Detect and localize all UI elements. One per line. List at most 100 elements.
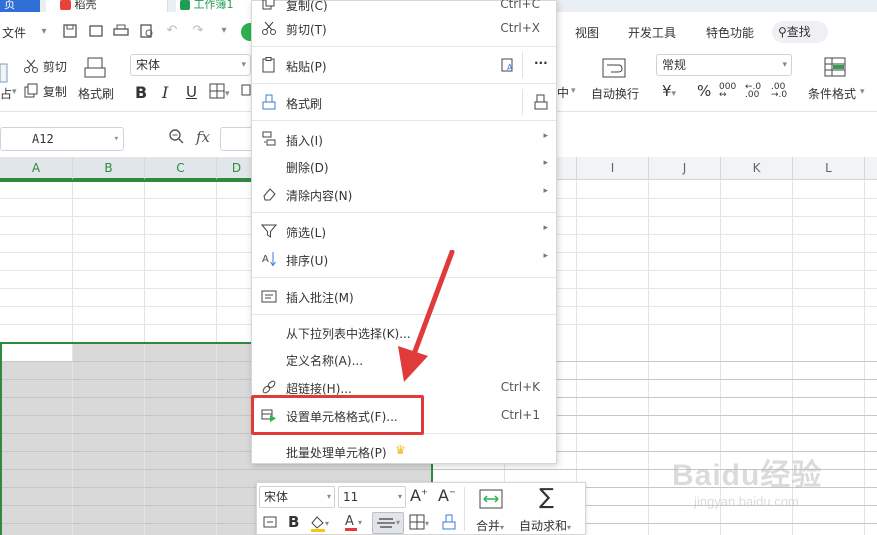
undo-icon[interactable]: ↶ (164, 24, 180, 38)
export-icon[interactable] (88, 24, 104, 38)
thousands-separator-icon[interactable]: 000 ↔ (719, 83, 736, 100)
search-box[interactable]: ⚲查找 (772, 21, 828, 43)
column-header-j[interactable]: J (649, 157, 721, 180)
number-format-select[interactable]: 常规 ▾ (656, 54, 792, 76)
menu-item-clear-contents[interactable]: 清除内容(N) ▸ (252, 181, 556, 207)
copy-button[interactable]: 复制 (23, 83, 67, 102)
zoom-icon[interactable] (169, 129, 184, 148)
search-label: 查找 (786, 25, 811, 39)
menu-item-label: 清除内容(N) (286, 189, 353, 203)
mini-font-select[interactable]: 宋体 ▾ (259, 486, 335, 508)
menu-item-delete[interactable]: 删除(D) ▸ (252, 153, 556, 179)
merge-dropdown-icon[interactable]: ▾ (571, 86, 576, 96)
tab-special-features[interactable]: 特色功能 (706, 24, 754, 41)
border-grid-icon (209, 83, 225, 102)
fill-color-icon[interactable] (241, 84, 251, 101)
percent-button[interactable]: % (697, 82, 711, 100)
borders-button[interactable]: ▾ (209, 83, 230, 102)
submenu-arrow-icon: ▸ (543, 251, 548, 261)
cut-button[interactable]: 剪切 (23, 58, 67, 77)
paste-special-icon[interactable]: A (501, 57, 515, 76)
quick-access-more-icon[interactable]: ▾ (216, 24, 232, 38)
merge-icon[interactable] (479, 489, 503, 513)
decrease-font-icon[interactable]: A− (438, 486, 456, 505)
link-icon (261, 379, 277, 395)
increase-font-icon[interactable]: A+ (410, 486, 428, 505)
tab-developer[interactable]: 开发工具 (628, 24, 676, 41)
print-icon[interactable] (113, 24, 129, 38)
mini-format-painter-icon[interactable] (442, 514, 456, 534)
menu-separator (252, 120, 556, 121)
workbook-tab[interactable]: 工作簿1 (176, 0, 256, 12)
file-menu[interactable]: 文件 (2, 24, 26, 41)
wrap-text-label[interactable]: 自动换行 (591, 85, 639, 102)
redo-icon[interactable]: ↷ (190, 24, 206, 38)
column-header-i[interactable]: I (577, 157, 649, 180)
font-name-select[interactable]: 宋体 ▾ (130, 54, 251, 76)
wrap-text-icon[interactable] (602, 57, 626, 82)
paste-more-button[interactable]: ··· (534, 56, 548, 70)
merge-button[interactable]: 合并▾ (476, 517, 504, 534)
paste-dropdown-icon[interactable]: ▾ (12, 87, 17, 97)
chevron-down-icon[interactable]: ▾ (36, 25, 52, 39)
autosum-label: 自动求和 (519, 519, 568, 533)
underline-button[interactable]: U (186, 83, 197, 101)
conditional-format-icon[interactable] (824, 57, 846, 80)
save-icon[interactable] (62, 24, 78, 38)
tab-view[interactable]: 视图 (575, 24, 599, 41)
mini-bold-button[interactable]: B (288, 513, 299, 531)
menu-item-shortcut: Ctrl+1 (500, 408, 540, 422)
menu-item-format-painter[interactable]: 格式刷 (252, 89, 556, 115)
divider (464, 487, 465, 531)
print-preview-icon[interactable] (139, 24, 155, 38)
menu-item-label: 删除(D) (286, 161, 329, 175)
menu-item-paste[interactable]: 粘贴(P) A ··· (252, 52, 556, 78)
format-painter-label[interactable]: 格式刷 (78, 85, 114, 102)
home-tab[interactable]: 页 (0, 0, 40, 12)
column-header-k[interactable]: K (721, 157, 793, 180)
format-painter-big-icon[interactable] (82, 56, 108, 83)
mini-size-select[interactable]: 11 ▾ (338, 486, 406, 508)
menu-item-filter[interactable]: 筛选(L) ▸ (252, 218, 556, 244)
baidu-watermark: Baidu经验 jingyan.baidu.com (672, 450, 872, 520)
mini-format-cells-icon[interactable] (262, 514, 278, 534)
selection-border (0, 342, 2, 535)
increase-decimal-icon[interactable]: ←.0.00 (745, 83, 761, 100)
mini-align-center-button[interactable]: ▾ (372, 512, 404, 534)
menu-item-batch-process[interactable]: 批量处理单元格(P) ♛ (252, 438, 556, 464)
currency-button[interactable]: ¥▾ (662, 82, 676, 100)
menu-item-cut[interactable]: 剪切(T) Ctrl+X (252, 15, 556, 41)
column-header-b[interactable]: B (73, 157, 145, 180)
decrease-decimal-icon[interactable]: .00 →.0 (771, 83, 787, 100)
paste-big-icon[interactable] (0, 62, 8, 87)
merge-center-label[interactable]: 中 (557, 84, 569, 101)
name-box[interactable]: A12 ▾ (0, 127, 124, 151)
chevron-down-icon: ▾ (241, 60, 246, 70)
svg-text:▾: ▾ (425, 519, 429, 528)
column-header-l[interactable]: L (793, 157, 865, 180)
docer-tab[interactable]: 稻壳 (46, 0, 168, 12)
fx-icon[interactable]: fx (196, 128, 210, 146)
italic-button[interactable]: I (162, 83, 168, 102)
mini-fill-color-icon[interactable]: ▾ (309, 514, 331, 535)
format-painter-lock-icon[interactable] (533, 94, 549, 113)
column-header-h[interactable] (557, 157, 577, 180)
mini-borders-icon[interactable]: ▾ (409, 514, 431, 534)
column-header-a[interactable]: A (0, 157, 73, 180)
merge-label: 合并 (476, 519, 501, 533)
autosum-button[interactable]: 自动求和▾ (519, 517, 571, 534)
mini-font-color-icon[interactable]: A ▾ (343, 513, 365, 535)
paste-label[interactable]: 占 (0, 85, 12, 102)
spreadsheet-logo-icon (180, 0, 190, 10)
conditional-format-label[interactable]: 条件格式 (808, 85, 856, 102)
bold-button[interactable]: B (135, 83, 147, 102)
submenu-arrow-icon: ▸ (543, 131, 548, 141)
menu-item-insert[interactable]: 插入(I) ▸ (252, 126, 556, 152)
conditional-format-dropdown-icon[interactable]: ▾ (860, 87, 865, 97)
column-header-c[interactable]: C (145, 157, 217, 180)
cell-reference: A12 (32, 132, 54, 146)
active-cell[interactable] (1, 344, 72, 361)
format-painter-icon (261, 94, 277, 110)
autosum-icon[interactable]: ∑ (539, 485, 554, 510)
menu-item-label: 粘贴(P) (286, 60, 327, 74)
